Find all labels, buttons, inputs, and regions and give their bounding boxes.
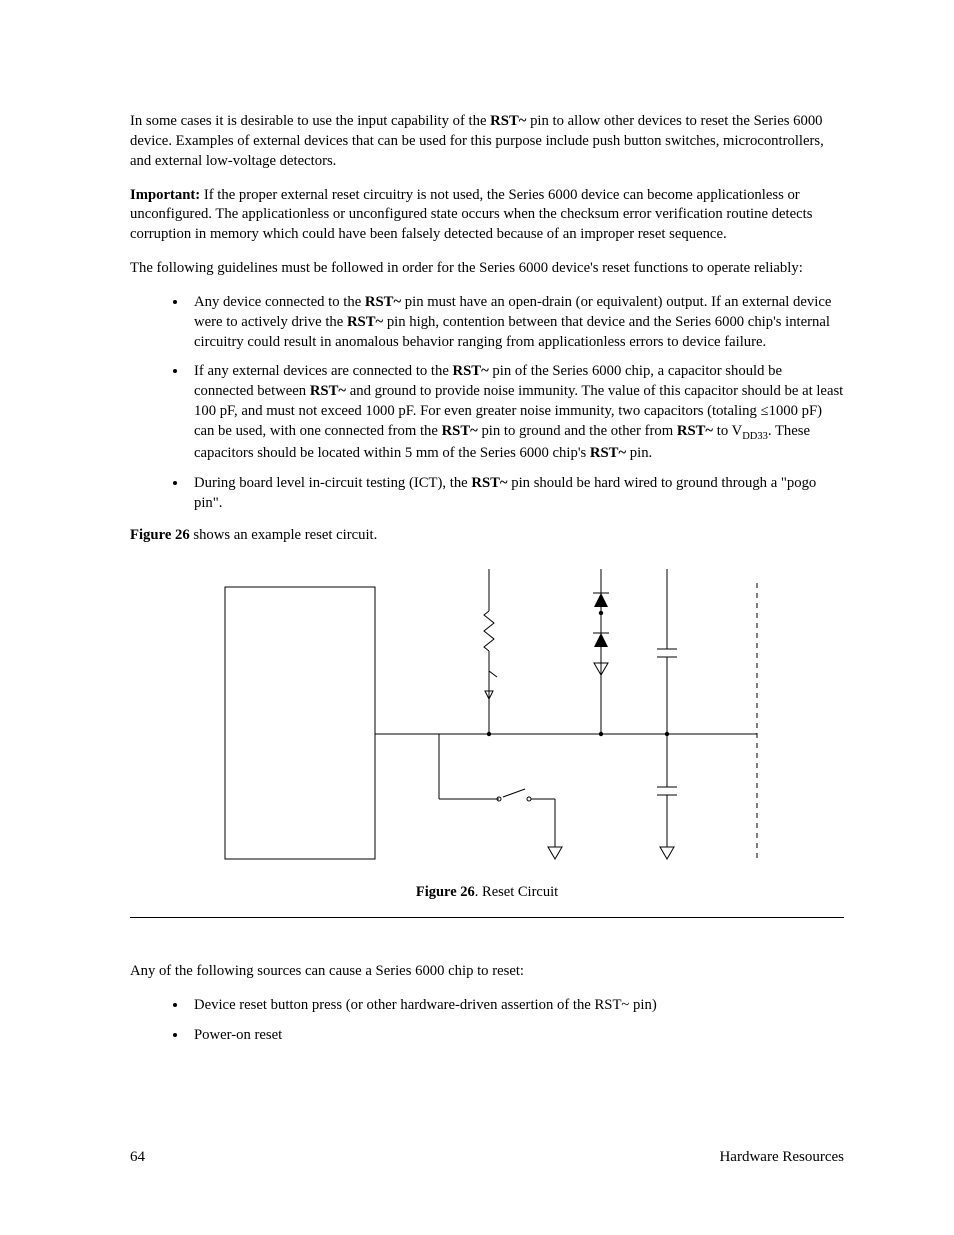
section-divider	[130, 917, 844, 918]
paragraph-guidelines: The following guidelines must be followe…	[130, 259, 844, 279]
page: In some cases it is desirable to use the…	[0, 0, 954, 1235]
paragraph-figure-ref: Figure 26 shows an example reset circuit…	[130, 526, 844, 546]
text: Any device connected to the	[194, 294, 365, 310]
text: shows an example reset circuit.	[190, 527, 378, 543]
text: to V	[713, 423, 742, 439]
figure-reset-circuit: Figure 26. Reset Circuit	[130, 559, 844, 903]
list-item: Device reset button press (or other hard…	[188, 996, 844, 1016]
text: pin to ground and the other from	[478, 423, 677, 439]
text: In some cases it is desirable to use the…	[130, 113, 490, 129]
paragraph-reset-sources: Any of the following sources can cause a…	[130, 962, 844, 982]
text: If the proper external reset circuitry i…	[130, 187, 812, 243]
text: If any external devices are connected to…	[194, 363, 453, 379]
footer-title: Hardware Resources	[719, 1147, 844, 1167]
rst-label: RST~	[490, 113, 526, 129]
list-item: Power-on reset	[188, 1026, 844, 1046]
rst-label: RST~	[453, 363, 489, 379]
rst-label: RST~	[310, 383, 346, 399]
guidelines-list: Any device connected to the RST~ pin mus…	[130, 293, 844, 514]
page-footer: 64 Hardware Resources	[130, 1147, 844, 1167]
rst-label: RST~	[347, 314, 383, 330]
rst-label: RST~	[365, 294, 401, 310]
reset-sources-list: Device reset button press (or other hard…	[130, 996, 844, 1046]
subscript: DD33	[742, 431, 768, 442]
page-number: 64	[130, 1147, 145, 1167]
list-item: If any external devices are connected to…	[188, 362, 844, 463]
text: . Reset Circuit	[475, 884, 558, 900]
list-item: Any device connected to the RST~ pin mus…	[188, 293, 844, 353]
paragraph-important: Important: If the proper external reset …	[130, 186, 844, 246]
circuit-diagram-icon	[207, 559, 767, 877]
important-label: Important:	[130, 187, 200, 203]
figure-caption: Figure 26. Reset Circuit	[130, 883, 844, 903]
paragraph-intro: In some cases it is desirable to use the…	[130, 112, 844, 172]
rst-label: RST~	[590, 445, 626, 461]
figure-caption-label: Figure 26	[416, 884, 475, 900]
rst-label: RST~	[471, 475, 507, 491]
text: pin.	[626, 445, 652, 461]
list-item: During board level in-circuit testing (I…	[188, 474, 844, 514]
rst-label: RST~	[442, 423, 478, 439]
text: During board level in-circuit testing (I…	[194, 475, 471, 491]
figure-ref-label: Figure 26	[130, 527, 190, 543]
rst-label: RST~	[677, 423, 713, 439]
